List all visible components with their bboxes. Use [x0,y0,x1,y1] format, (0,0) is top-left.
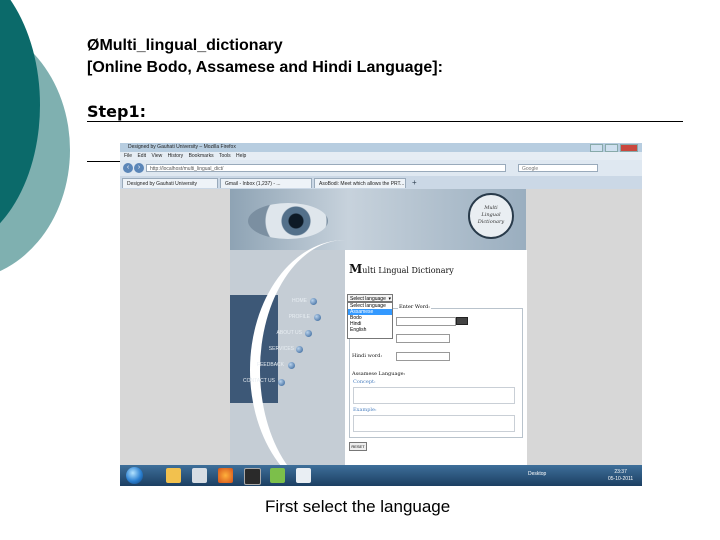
firefox-icon[interactable] [218,468,233,483]
word-input[interactable] [396,317,456,326]
nav-profile-bullet-icon [314,314,321,321]
language-select[interactable]: Select language ▾ [347,294,393,302]
minimize-button[interactable] [590,144,603,152]
start-orb-icon[interactable] [126,467,143,484]
example-label: Example: [353,407,377,413]
enter-word-label: Enter Word: [398,304,431,310]
concept-label: Concept: [353,379,376,385]
explorer-folder-icon[interactable] [166,468,181,483]
clock-date: 05-10-2011 [608,476,634,482]
nav-contact-bullet-icon [278,379,285,386]
slide-subtitle: [Online Bodo, Assamese and Hindi Languag… [87,59,443,76]
tray-desktop-label[interactable]: Desktop [528,471,546,477]
menu-history[interactable]: History [168,153,184,159]
side-navigation: HOME PROFILE ABOUT US SERVICES FEEDBACK … [230,240,345,486]
notepad-icon[interactable] [296,468,311,483]
menu-view[interactable]: View [151,153,162,159]
logo-line-1: Multi [484,205,498,211]
nav-feedback[interactable]: FEEDBACK [212,362,284,368]
nav-home-bullet-icon [310,298,317,305]
nav-about[interactable]: ABOUT US [230,330,302,336]
step-underline-2 [87,161,120,162]
hindi-word-field[interactable] [396,352,450,361]
slide-title: ØMulti_lingual_dictionary [87,37,283,55]
search-go-button[interactable] [456,317,468,325]
assamese-heading: Assamese Language: [352,371,406,377]
nav-services[interactable]: SERVICES [222,346,294,352]
tab-asobodi[interactable]: AsoBodi: Meet which allows the PRT... [314,178,406,188]
site-banner: Multi Lingual Dictionary [230,189,526,250]
nav-feedback-bullet-icon [288,362,295,369]
clock-time: 23:37 [614,469,627,475]
search-field[interactable]: Google [518,164,598,172]
new-tab-button[interactable]: + [408,178,420,188]
dictionary-panel: Multi Lingual Dictionary Enter Word: Bod… [345,250,527,465]
forward-icon[interactable]: › [134,163,144,173]
logo-line-3: Dictionary [477,219,505,225]
nav-about-bullet-icon [305,330,312,337]
paint-icon[interactable] [270,468,285,483]
tab-gauhati[interactable]: Designed by Gauhati University [122,178,218,188]
window-title: Designed by Gauhati University – Mozilla… [128,144,236,150]
slide-caption: First select the language [265,497,451,516]
title-text: Multi_lingual_dictionary [99,37,283,54]
maximize-button[interactable] [605,144,618,152]
step-label: Step1: [87,102,147,121]
media-player-icon[interactable] [192,468,207,483]
dictionary-title-rest: ulti Lingual Dictionary [362,266,454,275]
page-viewport: Multi Lingual Dictionary HOME PROFILE AB… [120,189,642,486]
browser-screenshot: Designed by Gauhati University – Mozilla… [120,143,642,486]
url-field[interactable]: http://localhost/multi_lingual_dict/ [146,164,506,172]
step-underline [87,121,683,122]
window-titlebar: Designed by Gauhati University – Mozilla… [120,143,642,152]
nav-contact[interactable]: CONTACT US [203,378,275,384]
tab-bar: Designed by Gauhati University Gmail - I… [120,176,642,189]
nav-services-bullet-icon [296,346,303,353]
nav-home[interactable]: HOME [235,298,307,304]
taskbar-clock[interactable]: 23:37 05-10-2011 [608,469,633,483]
language-dropdown: Select language Assamese Bodo Hindi Engl… [347,302,393,339]
logo-line-2: Lingual [481,212,501,218]
windows-taskbar: Desktop 23:37 05-10-2011 [120,465,642,486]
terminal-icon[interactable] [244,468,261,485]
back-icon[interactable]: ‹ [123,163,133,173]
menu-bookmarks[interactable]: Bookmarks [189,153,214,159]
bodo-word-field[interactable] [396,334,450,343]
example-textarea[interactable] [353,415,515,432]
menu-tools[interactable]: Tools [219,153,231,159]
eye-image [248,203,328,239]
navigation-bar: ‹ › http://localhost/multi_lingual_dict/… [120,160,642,176]
hindi-word-label: Hindi word: [352,353,383,359]
dictionary-title: Multi Lingual Dictionary [349,262,454,276]
dictionary-title-initial: M [349,262,363,276]
window-controls [590,144,638,152]
menu-bar: File Edit View History Bookmarks Tools H… [120,152,642,160]
tab-gmail[interactable]: Gmail - Inbox (1,237) - ... [220,178,312,188]
close-button[interactable] [620,144,638,152]
option-english[interactable]: English [348,327,392,333]
slide-decoration [0,0,80,290]
reset-button[interactable]: RESET [349,442,367,451]
bullet-arrow-icon: Ø [87,37,100,54]
menu-edit[interactable]: Edit [137,153,146,159]
menu-help[interactable]: Help [236,153,246,159]
menu-file[interactable]: File [124,153,132,159]
site-logo: Multi Lingual Dictionary [468,193,514,239]
nav-profile[interactable]: PROFILE [238,314,310,320]
concept-textarea[interactable] [353,387,515,404]
